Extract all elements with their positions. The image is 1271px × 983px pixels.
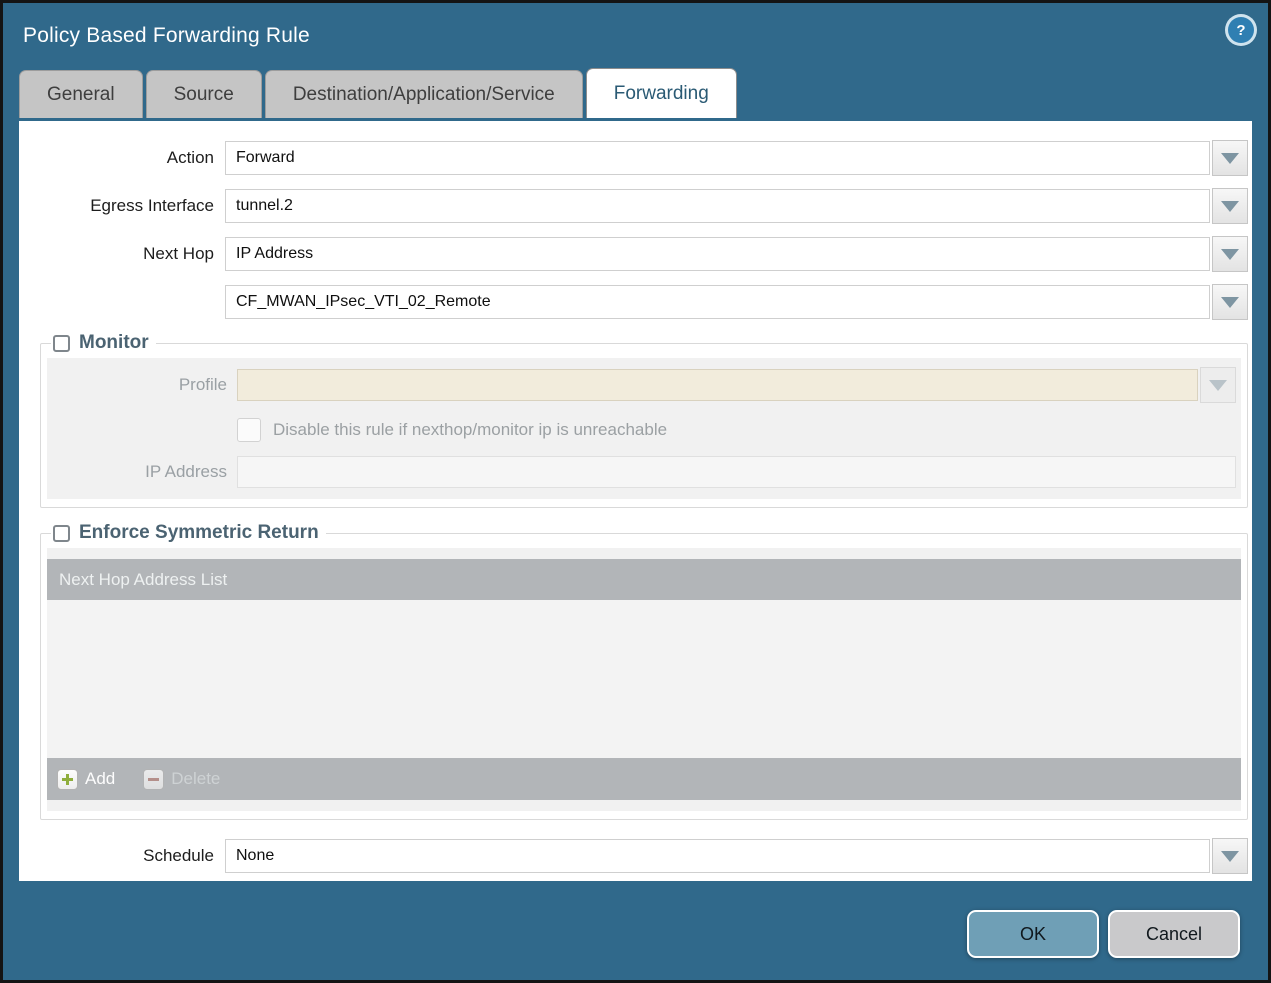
profile-row: Profile	[47, 367, 1236, 403]
monitor-ip-address-field	[237, 456, 1236, 488]
tab-forwarding[interactable]: Forwarding	[586, 68, 737, 118]
enforce-symmetric-return-legend: Enforce Symmetric Return	[51, 522, 326, 544]
monitor-checkbox[interactable]	[53, 335, 70, 352]
chevron-down-icon	[1221, 297, 1239, 308]
action-dropdown-button[interactable]	[1212, 140, 1248, 176]
add-button[interactable]: Add	[57, 769, 115, 790]
next-hop-address-row: CF_MWAN_IPsec_VTI_02_Remote	[19, 284, 1248, 320]
action-field[interactable]: Forward	[225, 141, 1210, 175]
disable-rule-label: Disable this rule if nexthop/monitor ip …	[273, 420, 667, 440]
next-hop-address-list-body[interactable]	[47, 600, 1241, 758]
schedule-field[interactable]: None	[225, 839, 1210, 873]
disable-rule-row: Disable this rule if nexthop/monitor ip …	[237, 418, 1241, 442]
delete-button-label: Delete	[171, 769, 220, 789]
profile-field	[237, 369, 1198, 401]
schedule-label: Schedule	[19, 846, 214, 866]
dialog-window: Policy Based Forwarding Rule ? General S…	[0, 0, 1271, 983]
next-hop-address-field[interactable]: CF_MWAN_IPsec_VTI_02_Remote	[225, 285, 1210, 319]
ok-button[interactable]: OK	[967, 910, 1099, 958]
monitor-panel: Profile Disable this rule if nexthop/mon…	[47, 358, 1241, 499]
next-hop-label: Next Hop	[19, 244, 214, 264]
tab-source[interactable]: Source	[146, 70, 262, 118]
next-hop-address-list-header: Next Hop Address List	[47, 559, 1241, 600]
dialog-title: Policy Based Forwarding Rule	[23, 24, 310, 48]
chevron-down-icon	[1221, 851, 1239, 862]
chevron-down-icon	[1221, 201, 1239, 212]
egress-interface-label: Egress Interface	[19, 196, 214, 216]
monitor-ip-address-label: IP Address	[47, 462, 227, 482]
monitor-legend-label: Monitor	[79, 332, 149, 354]
add-button-label: Add	[85, 769, 115, 789]
minus-icon	[143, 769, 164, 790]
next-hop-row: Next Hop IP Address	[19, 236, 1248, 272]
chevron-down-icon	[1221, 153, 1239, 164]
enforce-symmetric-return-section: Enforce Symmetric Return Next Hop Addres…	[40, 522, 1248, 820]
enforce-symmetric-return-checkbox[interactable]	[53, 525, 70, 542]
disable-rule-checkbox	[237, 418, 261, 442]
schedule-row: Schedule None	[19, 838, 1248, 874]
profile-label: Profile	[47, 375, 227, 395]
tab-panel-forwarding: Action Forward Egress Interface tunnel.2…	[19, 121, 1252, 881]
monitor-section: Monitor Profile Disable this rule if nex…	[40, 332, 1248, 508]
next-hop-address-dropdown-button[interactable]	[1212, 284, 1248, 320]
delete-button: Delete	[143, 769, 220, 790]
dialog-titlebar: Policy Based Forwarding Rule ?	[3, 3, 1268, 68]
next-hop-type-dropdown-button[interactable]	[1212, 236, 1248, 272]
action-row: Action Forward	[19, 140, 1248, 176]
monitor-legend: Monitor	[51, 332, 156, 354]
schedule-dropdown-button[interactable]	[1212, 838, 1248, 874]
cancel-button[interactable]: Cancel	[1108, 910, 1240, 958]
action-label: Action	[19, 148, 214, 168]
plus-icon	[57, 769, 78, 790]
next-hop-address-list-table: Next Hop Address List Add Delete	[47, 559, 1241, 800]
chevron-down-icon	[1221, 249, 1239, 260]
enforce-symmetric-return-legend-label: Enforce Symmetric Return	[79, 522, 319, 544]
egress-interface-dropdown-button[interactable]	[1212, 188, 1248, 224]
monitor-ip-address-row: IP Address	[47, 456, 1236, 488]
egress-interface-field[interactable]: tunnel.2	[225, 189, 1210, 223]
tab-bar: General Source Destination/Application/S…	[19, 68, 1268, 118]
tab-destination-application-service[interactable]: Destination/Application/Service	[265, 70, 583, 118]
tab-general[interactable]: General	[19, 70, 143, 118]
chevron-down-icon	[1209, 380, 1227, 391]
profile-dropdown-button	[1200, 367, 1236, 403]
next-hop-address-list-toolbar: Add Delete	[47, 758, 1241, 800]
help-icon[interactable]: ?	[1228, 17, 1254, 43]
next-hop-type-field[interactable]: IP Address	[225, 237, 1210, 271]
next-hop-address-list-panel: Next Hop Address List Add Delete	[47, 548, 1241, 811]
egress-interface-row: Egress Interface tunnel.2	[19, 188, 1248, 224]
